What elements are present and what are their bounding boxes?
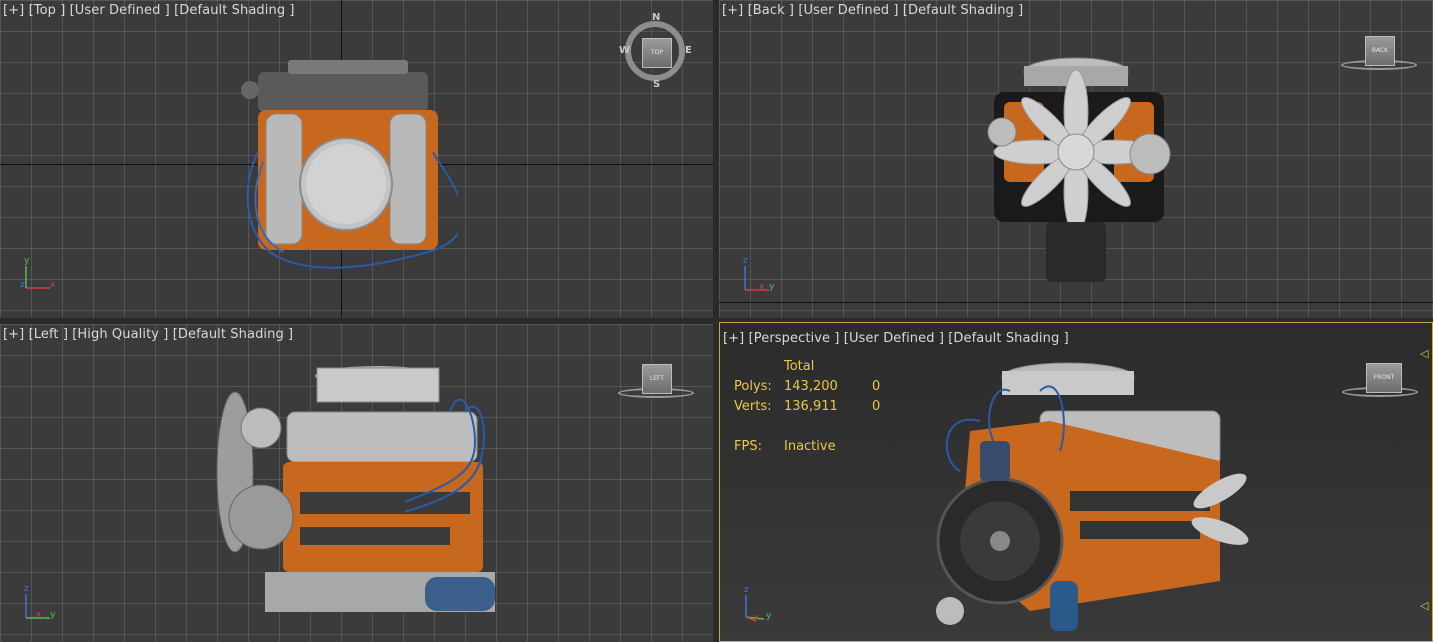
stats-verts-selected: 0 (872, 399, 881, 414)
viewcube-face[interactable]: FRONT (1366, 363, 1402, 393)
axis-triad-back: z x y (739, 256, 779, 296)
stats-polys-selected: 0 (872, 379, 881, 394)
stats-polys-label: Polys: (734, 379, 772, 394)
viewcube-perspective[interactable]: FRONT (1342, 361, 1422, 405)
triad-y-label: y (766, 611, 772, 621)
viewcube-left[interactable]: LEFT (618, 362, 698, 406)
triad-z-label: z (744, 585, 749, 595)
triad-z-label: z (743, 256, 748, 266)
compass-south: S (653, 79, 661, 90)
viewport-top[interactable]: [+] [Top ] [User Defined ] [Default Shad… (0, 0, 713, 318)
triad-x-label: x (36, 610, 42, 620)
viewcube-face[interactable]: BACK (1365, 36, 1395, 66)
viewcube-top[interactable]: TOP N S E W (619, 12, 693, 90)
triad-y-label: y (50, 610, 56, 620)
stats-verts-total: 136,911 (784, 399, 838, 414)
viewport-back[interactable]: [+] [Back ] [User Defined ] [Default Sha… (719, 0, 1433, 318)
viewcube-back[interactable]: BACK (1341, 34, 1421, 78)
axis-triad-left: z y x (20, 584, 60, 624)
engine-model-top[interactable] (238, 52, 458, 282)
engine-model-perspective[interactable] (920, 351, 1250, 641)
triad-z-label: z (24, 584, 29, 594)
stats-fps-label: FPS: (734, 439, 762, 454)
viewport-left[interactable]: [+] [Left ] [High Quality ] [Default Sha… (0, 324, 713, 642)
engine-model-left[interactable] (205, 352, 505, 642)
triad-y-label: y (24, 256, 30, 266)
triad-x-label: x (50, 280, 56, 290)
compass-east: E (685, 45, 692, 56)
compass-north: N (652, 12, 661, 23)
triad-z-label: z (20, 280, 25, 290)
axis-triad-perspective: z y x (740, 585, 780, 625)
stats-fps-value: Inactive (784, 439, 836, 454)
triad-x-label: x (759, 282, 765, 292)
stats-verts-label: Verts: (734, 399, 772, 414)
stats-header-total: Total (784, 359, 815, 374)
triad-y-label: y (769, 282, 775, 292)
viewport-label-perspective[interactable]: [+] [Perspective ] [User Defined ] [Defa… (723, 331, 1069, 346)
safe-frame-marker-top: ◁ (1420, 347, 1429, 360)
viewcube-face[interactable]: TOP (642, 38, 672, 68)
safe-frame-marker-bottom: ◁ (1420, 599, 1429, 612)
viewport-label-top[interactable]: [+] [Top ] [User Defined ] [Default Shad… (3, 3, 295, 18)
viewport-perspective[interactable]: [+] [Perspective ] [User Defined ] [Defa… (719, 322, 1433, 642)
triad-x-label: x (754, 613, 760, 623)
grid-axis-x (719, 302, 1433, 303)
viewcube-face[interactable]: LEFT (642, 364, 672, 394)
compass-west: W (619, 45, 631, 56)
viewport-label-left[interactable]: [+] [Left ] [High Quality ] [Default Sha… (3, 327, 293, 342)
axis-triad-top: y x z (20, 256, 60, 296)
engine-model-back[interactable] (964, 42, 1204, 292)
stats-polys-total: 143,200 (784, 379, 838, 394)
viewport-label-back[interactable]: [+] [Back ] [User Defined ] [Default Sha… (722, 3, 1023, 18)
viewport-statistics: Total Polys: 143,200 0 Verts: 136,911 0 … (734, 357, 902, 457)
